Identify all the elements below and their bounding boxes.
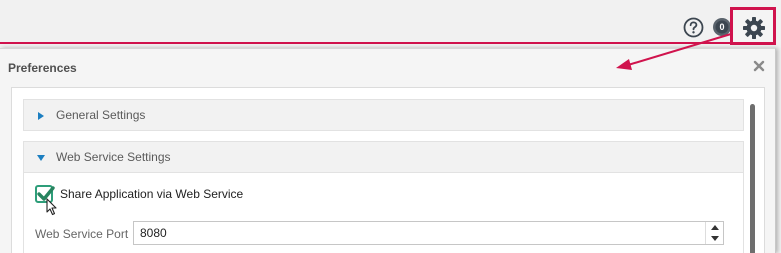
close-icon bbox=[753, 60, 765, 72]
section-label: Web Service Settings bbox=[56, 150, 171, 164]
section-general-settings[interactable]: General Settings bbox=[23, 99, 744, 131]
web-service-port-label: Web Service Port bbox=[35, 227, 129, 241]
gear-icon bbox=[743, 17, 765, 39]
port-decrement-button[interactable] bbox=[706, 233, 723, 244]
vertical-scrollbar[interactable] bbox=[750, 104, 755, 253]
caret-up-icon bbox=[711, 225, 719, 230]
caret-down-icon bbox=[711, 236, 719, 241]
share-web-service-label: Share Application via Web Service bbox=[60, 187, 244, 201]
close-button[interactable] bbox=[751, 58, 767, 74]
settings-button[interactable] bbox=[730, 7, 776, 45]
section-label: General Settings bbox=[56, 108, 146, 122]
mouse-cursor-icon bbox=[46, 198, 57, 216]
notification-badge-icon[interactable]: 0 bbox=[712, 17, 732, 37]
triangle-down-icon bbox=[37, 155, 45, 161]
section-web-service-settings[interactable]: Web Service Settings bbox=[23, 141, 744, 173]
web-service-settings-panel: Share Application via Web Service Web Se… bbox=[23, 173, 744, 253]
triangle-right-icon bbox=[38, 112, 44, 120]
port-spinner bbox=[705, 222, 723, 244]
top-bar: 0 bbox=[0, 0, 781, 45]
dialog-title: Preferences bbox=[8, 61, 77, 75]
port-increment-button[interactable] bbox=[706, 222, 723, 233]
web-service-port-input[interactable] bbox=[134, 222, 704, 244]
web-service-port-stepper bbox=[133, 221, 724, 245]
dialog-body: General Settings Web Service Settings Sh… bbox=[11, 87, 765, 253]
accent-divider bbox=[0, 42, 733, 44]
help-icon[interactable] bbox=[683, 17, 704, 38]
preferences-dialog: Preferences General Settings Web Service… bbox=[0, 48, 776, 253]
notification-count: 0 bbox=[719, 22, 725, 32]
